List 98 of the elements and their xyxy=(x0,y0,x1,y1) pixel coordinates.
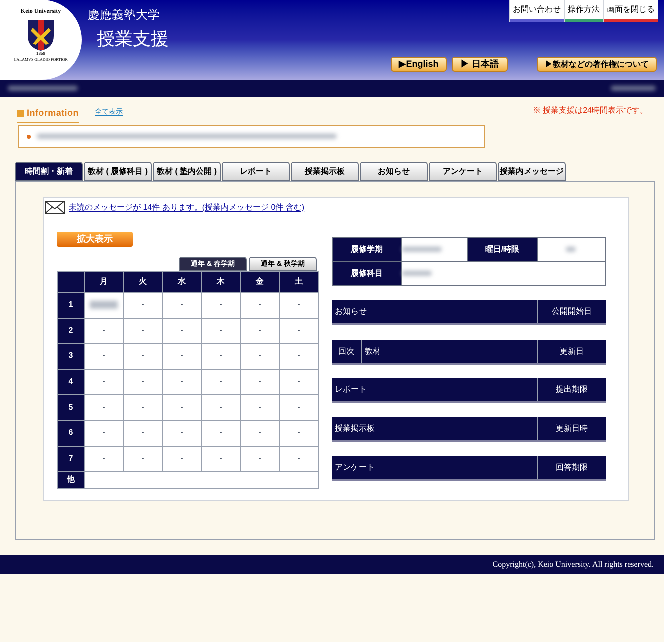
header-link[interactable]: 操作方法 xyxy=(565,0,603,19)
bullet-icon xyxy=(27,134,31,138)
timetable-cell: - xyxy=(280,420,318,446)
timetable-cell: - xyxy=(280,344,318,370)
timetable-cell: - xyxy=(162,420,202,446)
university-name: 慶應義塾大学 xyxy=(88,7,160,24)
language-button[interactable]: ▶ 日本語 xyxy=(452,57,508,72)
tab[interactable]: お知らせ xyxy=(360,162,428,181)
timetable-cell: - xyxy=(280,369,318,395)
timetable-cell: - xyxy=(124,394,162,420)
info-icon xyxy=(17,110,24,118)
day-header: 火 xyxy=(124,272,162,292)
period-header: 6 xyxy=(58,420,84,446)
period-header: 3 xyxy=(58,344,84,370)
timetable-cell: - xyxy=(240,446,280,472)
tab[interactable]: レポート xyxy=(222,162,290,181)
blurred-cell xyxy=(84,292,124,318)
period-header: 他 xyxy=(58,472,84,489)
tab[interactable]: アンケート xyxy=(429,162,497,181)
language-button[interactable]: ▶English xyxy=(391,57,447,72)
timetable-cell: - xyxy=(162,344,202,370)
timetable-cell: - xyxy=(124,446,162,472)
timetable-cell: - xyxy=(240,344,280,370)
column-label: 提出期限 xyxy=(537,378,606,401)
tab[interactable]: 教材 ( 履修科目 ) xyxy=(84,162,152,181)
tab[interactable]: 時間割・新着 xyxy=(15,162,83,181)
day-header: 木 xyxy=(202,272,240,292)
timetable-cell: - xyxy=(202,318,240,344)
blurred-text xyxy=(402,247,442,252)
timetable-cell: - xyxy=(84,420,124,446)
timetable-cell: - xyxy=(124,318,162,344)
column-label: 回次 xyxy=(332,340,362,363)
timetable-cell: - xyxy=(84,369,124,395)
column-label: 教材 xyxy=(364,346,382,358)
timetable-cell: - xyxy=(124,292,162,318)
timetable-cell: - xyxy=(162,318,202,344)
tab[interactable]: 授業掲示板 xyxy=(291,162,359,181)
timetable-cell: - xyxy=(280,292,318,318)
period-header: 5 xyxy=(58,394,84,420)
timetable-cell: - xyxy=(202,292,240,318)
timetable-cell: - xyxy=(240,292,280,318)
blurred-text xyxy=(402,271,432,276)
timetable-cell: - xyxy=(162,292,202,318)
timetable-cell: - xyxy=(202,420,240,446)
information-heading: Information xyxy=(27,107,79,120)
blurred-text xyxy=(566,247,576,252)
timetable-cell: - xyxy=(240,420,280,446)
timetable-cell: - xyxy=(202,394,240,420)
day-header: 水 xyxy=(162,272,202,292)
period-header: 7 xyxy=(58,446,84,472)
timetable-cell: - xyxy=(202,446,240,472)
timetable-cell: - xyxy=(240,318,280,344)
timetable-cell: - xyxy=(202,344,240,370)
tab[interactable]: 教材 ( 塾内公開 ) xyxy=(153,162,221,181)
timetable-cell: - xyxy=(162,446,202,472)
timetable-cell: - xyxy=(202,369,240,395)
timetable-cell: - xyxy=(240,369,280,395)
period-header: 2 xyxy=(58,318,84,344)
period-header: 4 xyxy=(58,369,84,395)
timetable-cell: - xyxy=(280,318,318,344)
timetable-cell: - xyxy=(124,369,162,395)
timetable-cell: - xyxy=(84,318,124,344)
column-label: 公開開始日 xyxy=(537,300,606,323)
timetable-cell: - xyxy=(240,394,280,420)
blurred-text xyxy=(611,86,656,91)
timetable-cell: - xyxy=(162,394,202,420)
timetable-cell: - xyxy=(124,344,162,370)
header-link[interactable]: お問い合わせ xyxy=(510,0,564,19)
corner-cell xyxy=(58,272,84,292)
copyright-text: Copyright(c), Keio University. All rights reserved. xyxy=(492,558,654,570)
column-label: お知らせ xyxy=(334,306,368,318)
column-label: レポート xyxy=(334,384,368,396)
page-title: 授業支援 xyxy=(97,28,169,51)
timetable-cell: - xyxy=(124,420,162,446)
day-header: 金 xyxy=(240,272,280,292)
timetable-cell: - xyxy=(162,369,202,395)
column-label: 更新日 xyxy=(537,340,606,363)
notice-text: ※ 授業支援は24時間表示です。 xyxy=(532,105,648,117)
period-header: 1 xyxy=(58,292,84,318)
copyright-button[interactable]: ▶教材などの著作権について xyxy=(537,57,657,72)
label-cell: 曜日/時限 xyxy=(468,238,538,262)
column-label: 授業掲示板 xyxy=(334,422,376,434)
day-header: 土 xyxy=(280,272,318,292)
label-cell: 履修科目 xyxy=(332,262,402,286)
header-link[interactable]: 画面を閉じる xyxy=(604,0,658,19)
column-label: アンケート xyxy=(334,462,376,474)
timetable-cell: - xyxy=(280,394,318,420)
timetable-cell: - xyxy=(84,446,124,472)
timetable-cell: - xyxy=(84,344,124,370)
timetable-cell: - xyxy=(84,394,124,420)
column-label: 更新日時 xyxy=(537,417,606,440)
unread-messages-link[interactable]: 未読のメッセージが 14件 あります。(授業内メッセージ 0件 含む) xyxy=(69,202,305,214)
timetable-cell: - xyxy=(280,446,318,472)
blurred-text xyxy=(8,86,78,91)
label-cell: 履修学期 xyxy=(332,238,402,262)
day-header: 月 xyxy=(84,272,124,292)
column-label: 回答期限 xyxy=(537,456,606,479)
tab[interactable]: 授業内メッセージ xyxy=(498,162,566,181)
